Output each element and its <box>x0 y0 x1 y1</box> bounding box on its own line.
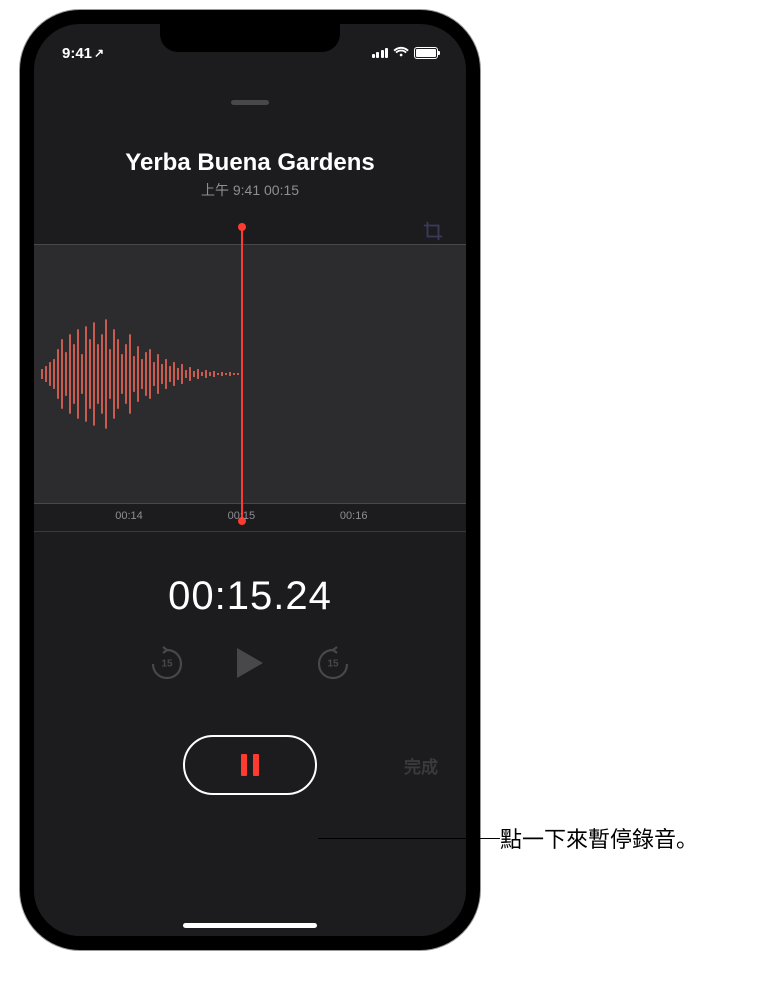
phone-screen: 9:41 ↗ Yerba Buena Gardens <box>34 24 466 936</box>
skip-forward-label: 15 <box>327 659 338 670</box>
battery-icon <box>414 47 438 59</box>
skip-forward-button[interactable]: 15 <box>315 645 351 681</box>
phone-frame: 9:41 ↗ Yerba Buena Gardens <box>20 10 480 950</box>
timeline-mark: 00:14 <box>115 510 143 522</box>
recording-title[interactable]: Yerba Buena Gardens <box>34 149 466 177</box>
skip-back-label: 15 <box>161 659 172 670</box>
callout-text: 點一下來暫停錄音。 <box>500 822 698 854</box>
play-button[interactable] <box>235 646 265 680</box>
callout-annotation: 點一下來暫停錄音。 <box>500 822 698 854</box>
waveform-display <box>34 245 466 503</box>
pause-icon <box>241 754 247 776</box>
status-time-area: 9:41 ↗ <box>62 45 104 62</box>
sheet-handle[interactable] <box>231 100 269 105</box>
playback-controls: 15 15 <box>34 645 466 681</box>
timeline-mark: 00:15 <box>228 510 256 522</box>
elapsed-time: 00:15.24 <box>34 574 466 619</box>
location-arrow-icon: ↗ <box>94 46 104 60</box>
timeline-ruler[interactable]: 00:14 00:15 00:16 <box>34 504 466 532</box>
waveform-area[interactable] <box>34 244 466 504</box>
skip-back-button[interactable]: 15 <box>149 645 185 681</box>
cellular-signal-icon <box>372 48 389 58</box>
home-indicator[interactable] <box>183 923 317 928</box>
pause-button[interactable] <box>183 735 317 795</box>
recording-subtitle: 上午 9:41 00:15 <box>34 180 466 200</box>
bottom-controls: 完成 <box>34 735 466 795</box>
done-button[interactable]: 完成 <box>404 753 438 778</box>
status-time: 9:41 <box>62 45 92 62</box>
callout-line <box>318 838 500 839</box>
pause-icon <box>253 754 259 776</box>
notch <box>160 24 340 52</box>
status-indicators <box>372 45 439 62</box>
crop-icon[interactable] <box>422 220 444 242</box>
timeline-mark: 00:16 <box>340 510 368 522</box>
recording-sheet: Yerba Buena Gardens 上午 9:41 00:15 <box>34 92 466 936</box>
playhead-indicator[interactable] <box>241 227 243 521</box>
wifi-icon <box>393 45 409 62</box>
